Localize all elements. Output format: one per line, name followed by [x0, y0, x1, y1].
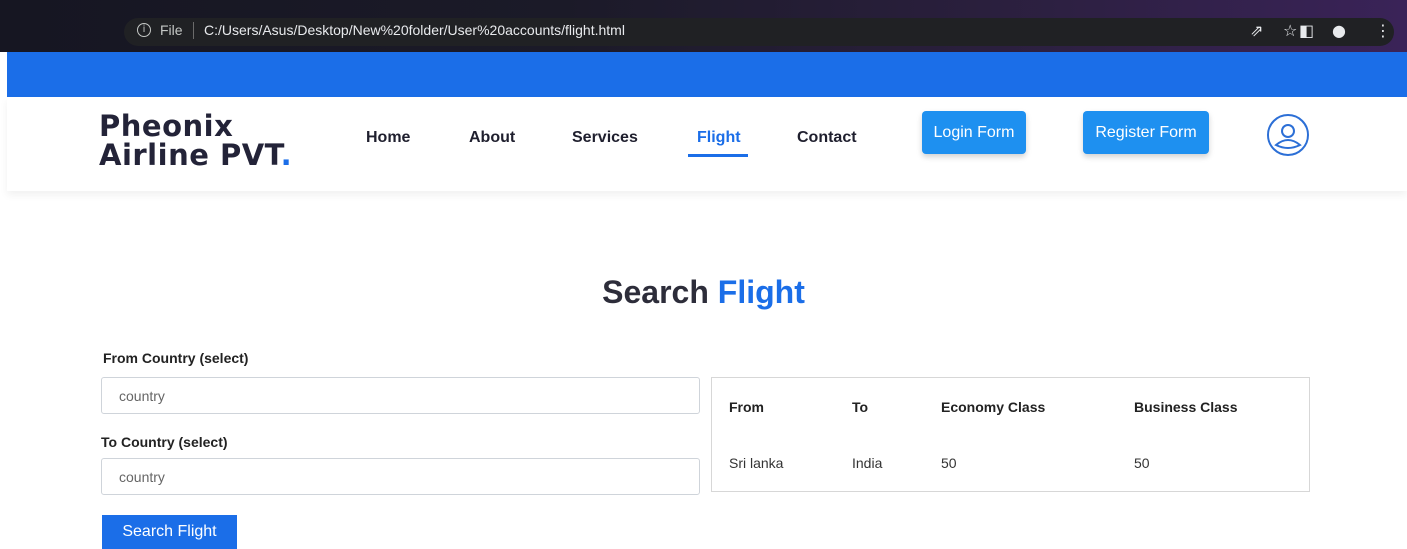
cell-business: 50 — [1134, 455, 1150, 471]
browser-menu-icon[interactable]: ⋮ — [1375, 21, 1391, 40]
page-title: Search Flight — [0, 274, 1407, 311]
top-banner — [7, 52, 1407, 97]
logo-line-2: Airline PVT. — [99, 138, 293, 172]
flight-results-table — [711, 377, 1310, 492]
logo-dot: . — [280, 138, 293, 172]
login-form-button[interactable]: Login Form — [922, 111, 1026, 154]
nav-home[interactable]: Home — [366, 129, 410, 147]
site-logo[interactable]: Pheonix Airline PVT. — [99, 112, 292, 170]
from-country-input[interactable] — [101, 377, 700, 414]
nav-about[interactable]: About — [469, 129, 515, 147]
cell-to: India — [852, 455, 883, 471]
title-search: Search — [602, 274, 709, 310]
column-header-economy: Economy Class — [941, 399, 1046, 415]
file-scheme-label: File — [160, 22, 183, 38]
address-url[interactable]: C:/Users/Asus/Desktop/New%20folder/User%… — [204, 22, 625, 38]
cell-from: Sri lanka — [729, 455, 784, 471]
nav-services[interactable]: Services — [572, 129, 638, 147]
side-panel-icon[interactable]: ◧ — [1299, 21, 1314, 40]
nav-contact[interactable]: Contact — [797, 129, 857, 147]
to-country-label: To Country (select) — [101, 434, 228, 450]
title-flight: Flight — [717, 274, 805, 310]
column-header-business: Business Class — [1134, 399, 1238, 415]
share-icon[interactable]: ⇗ — [1250, 21, 1263, 40]
column-header-to: To — [852, 399, 869, 415]
column-header-from: From — [729, 399, 764, 415]
address-divider — [193, 22, 194, 39]
nav-active-indicator — [688, 154, 748, 157]
user-silhouette-icon — [1274, 124, 1302, 149]
user-avatar-icon[interactable] — [1267, 114, 1309, 156]
nav-flight[interactable]: Flight — [697, 129, 741, 147]
cell-economy: 50 — [941, 455, 957, 471]
from-country-label: From Country (select) — [103, 350, 249, 366]
profile-icon[interactable]: ● — [1332, 21, 1346, 40]
to-country-input[interactable] — [101, 458, 700, 495]
bookmark-star-icon[interactable]: ☆ — [1283, 21, 1297, 40]
logo-line-1: Pheonix — [99, 109, 234, 143]
register-form-button[interactable]: Register Form — [1083, 111, 1209, 154]
site-info-icon[interactable]: i — [137, 23, 151, 37]
search-flight-button[interactable]: Search Flight — [102, 515, 237, 549]
